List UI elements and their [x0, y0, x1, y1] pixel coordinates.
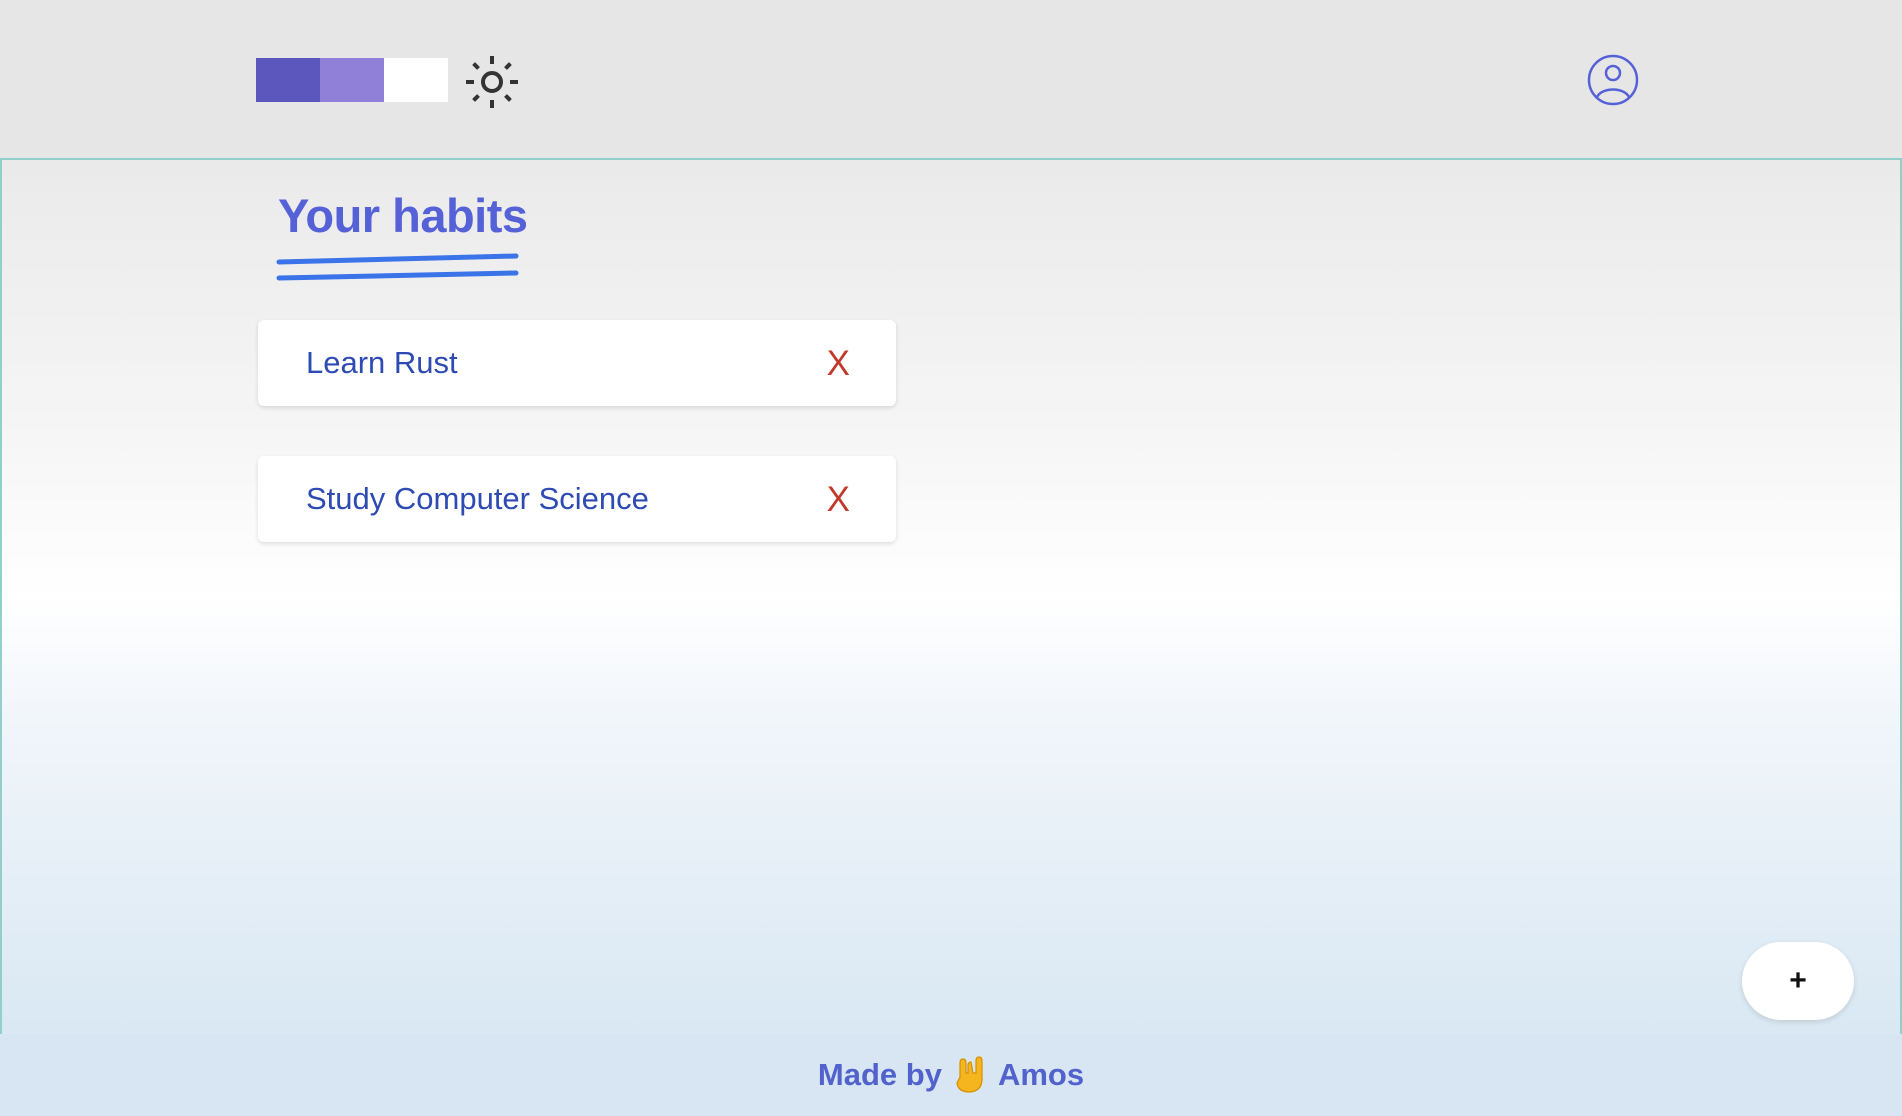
delete-habit-button[interactable]: X: [827, 482, 850, 517]
app-header: [0, 0, 1902, 158]
color-palette: [256, 58, 448, 102]
footer-made-by: Made by: [817, 1057, 942, 1092]
palette-swatch-dark-purple[interactable]: [256, 58, 320, 102]
habits-panel: Your habits Learn Rust X Study Computer …: [0, 158, 1902, 1036]
habit-card[interactable]: Learn Rust X: [258, 320, 896, 406]
footer-author[interactable]: Amos: [998, 1057, 1084, 1093]
rock-on-hand-icon: [956, 1056, 983, 1093]
delete-habit-button[interactable]: X: [827, 346, 850, 381]
habit-name[interactable]: Study Computer Science: [306, 481, 649, 517]
sun-icon[interactable]: [462, 52, 522, 112]
page-title: Your habits: [278, 189, 528, 242]
palette-swatch-light-purple[interactable]: [320, 58, 384, 102]
title-underline-decoration: [276, 253, 519, 281]
user-circle-icon[interactable]: [1586, 53, 1640, 107]
add-habit-button[interactable]: +: [1742, 942, 1854, 1020]
habit-name[interactable]: Learn Rust: [306, 345, 458, 381]
habit-card[interactable]: Study Computer Science X: [258, 456, 896, 542]
footer: Made by Amos: [0, 1034, 1902, 1116]
palette-swatch-white[interactable]: [384, 58, 448, 102]
